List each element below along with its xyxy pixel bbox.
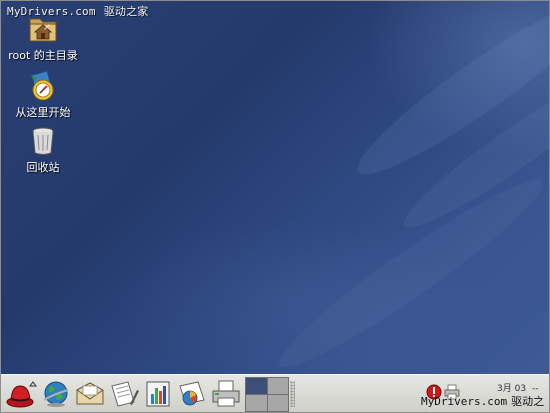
redhat-menu-icon[interactable] — [5, 378, 37, 410]
trash-icon — [27, 125, 59, 157]
desktop-icon-start-here[interactable]: 从这里开始 — [1, 70, 88, 120]
workspace-switcher[interactable] — [245, 377, 289, 412]
start-here-icon — [27, 70, 59, 102]
bottom-panel: 3月 03-- MyDrivers.com驱动之家 — [1, 374, 549, 412]
watermark-bottom: MyDrivers.com驱动之家 — [421, 393, 549, 412]
workspace-4[interactable] — [267, 395, 288, 411]
panel-drag-handle[interactable] — [290, 381, 295, 407]
presentation-icon[interactable] — [176, 378, 208, 410]
workspace-1[interactable] — [246, 378, 267, 394]
home-folder-icon — [27, 13, 59, 45]
watermark-bottom-brand: MyDrivers.com — [421, 395, 508, 408]
workspace-2[interactable] — [267, 378, 288, 394]
desktop-icon-trash[interactable]: 回收站 — [1, 125, 88, 175]
desktop-background: MyDrivers.com 驱动之家 root 的主目录 从这里开始 回收站 — [1, 1, 549, 384]
desktop-icon-start-here-label: 从这里开始 — [15, 106, 71, 119]
desktop-icon-trash-label: 回收站 — [26, 161, 60, 174]
desktop-icon-home[interactable]: root 的主目录 — [1, 13, 88, 63]
web-browser-icon[interactable] — [40, 378, 72, 410]
email-icon[interactable] — [74, 378, 106, 410]
spreadsheet-icon[interactable] — [142, 378, 174, 410]
desktop-icon-home-label: root 的主目录 — [8, 49, 78, 62]
screen-frame: MyDrivers.com 驱动之家 root 的主目录 从这里开始 回收站 3… — [0, 0, 550, 413]
text-editor-icon[interactable] — [108, 378, 140, 410]
workspace-3[interactable] — [246, 395, 267, 411]
printer-icon[interactable] — [210, 378, 242, 410]
watermark-brand-cn: 驱动之家 — [103, 5, 149, 18]
